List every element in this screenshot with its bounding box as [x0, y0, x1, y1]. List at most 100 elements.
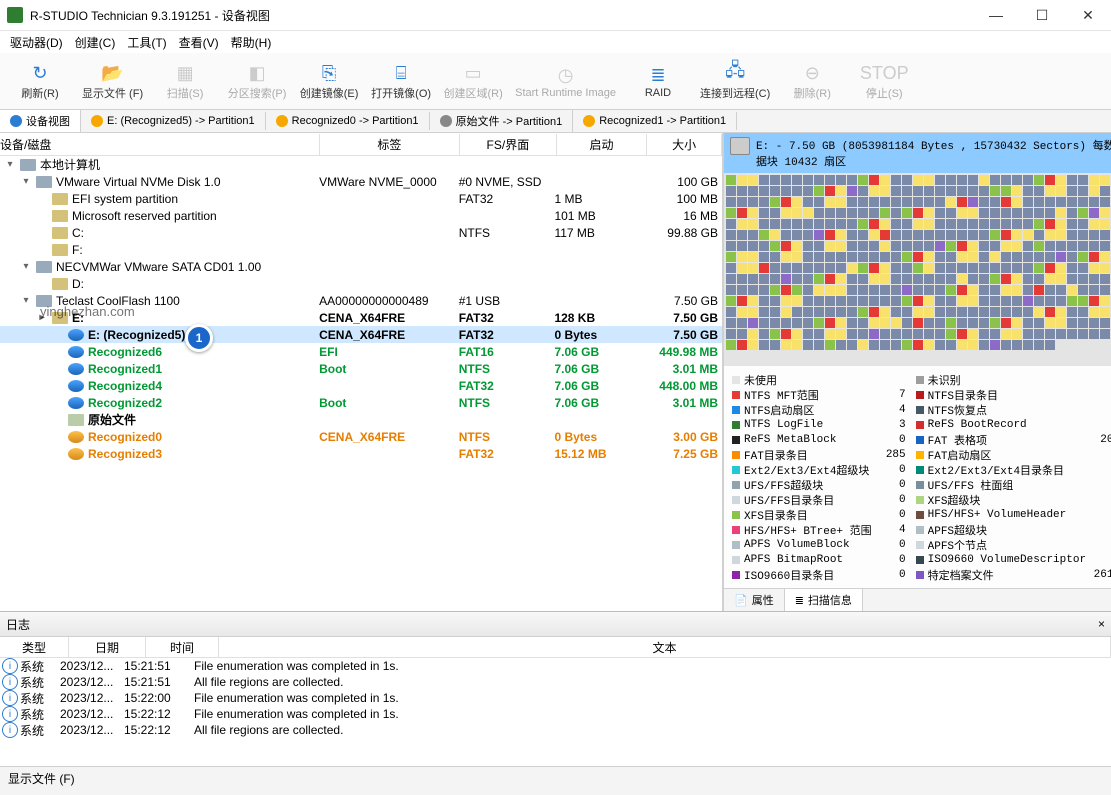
sector-cell[interactable] [792, 296, 802, 306]
col-size[interactable]: 大小 [647, 134, 722, 155]
sector-cell[interactable] [770, 175, 780, 185]
sector-cell[interactable] [1067, 285, 1077, 295]
sector-cell[interactable] [814, 274, 824, 284]
sector-cell[interactable] [1100, 296, 1110, 306]
sector-cell[interactable] [946, 252, 956, 262]
sector-cell[interactable] [737, 219, 747, 229]
sector-cell[interactable] [1012, 329, 1022, 339]
sector-cell[interactable] [825, 329, 835, 339]
sector-cell[interactable] [1100, 230, 1110, 240]
sector-cell[interactable] [946, 197, 956, 207]
device-row[interactable]: E: (Recognized5)1 CENA_X64FRE FAT32 0 By… [0, 326, 722, 343]
sector-cell[interactable] [825, 186, 835, 196]
sector-cell[interactable] [968, 186, 978, 196]
sector-cell[interactable] [880, 241, 890, 251]
sector-cell[interactable] [836, 296, 846, 306]
sector-cell[interactable] [770, 307, 780, 317]
sector-cell[interactable] [968, 230, 978, 240]
sector-cell[interactable] [891, 230, 901, 240]
sector-cell[interactable] [1078, 175, 1088, 185]
log-body[interactable]: i系统2023/12...15:21:51File enumeration wa… [0, 658, 1111, 766]
sector-cell[interactable] [935, 186, 945, 196]
sector-cell[interactable] [770, 219, 780, 229]
menu-item[interactable]: 帮助(H) [225, 32, 278, 53]
device-row[interactable]: C: NTFS 117 MB 99.88 GB [0, 224, 722, 241]
sector-cell[interactable] [1089, 252, 1099, 262]
sector-cell[interactable] [814, 263, 824, 273]
sector-cell[interactable] [759, 318, 769, 328]
sector-cell[interactable] [880, 340, 890, 350]
sector-cell[interactable] [979, 285, 989, 295]
device-row[interactable]: ▾本地计算机 [0, 156, 722, 173]
sector-cell[interactable] [847, 318, 857, 328]
tree-twisty-icon[interactable]: ▾ [20, 295, 32, 306]
sector-cell[interactable] [1056, 175, 1066, 185]
sector-cell[interactable] [836, 340, 846, 350]
toolbar-button[interactable]: 🖧连接到远程(C) [696, 59, 774, 103]
sector-cell[interactable] [748, 296, 758, 306]
sector-cell[interactable] [957, 285, 967, 295]
sector-cell[interactable] [1067, 186, 1077, 196]
sector-cell[interactable] [1001, 307, 1011, 317]
sector-cell[interactable] [990, 219, 1000, 229]
sector-cell[interactable] [935, 241, 945, 251]
device-row[interactable]: EFI system partition FAT32 1 MB 100 MB [0, 190, 722, 207]
tree-twisty-icon[interactable]: ▾ [4, 159, 16, 170]
sector-cell[interactable] [814, 197, 824, 207]
sector-cell[interactable] [1089, 274, 1099, 284]
sector-cell[interactable] [803, 219, 813, 229]
sector-cell[interactable] [737, 307, 747, 317]
sector-cell[interactable] [792, 219, 802, 229]
sector-cell[interactable] [1089, 329, 1099, 339]
sector-cell[interactable] [759, 340, 769, 350]
sector-cell[interactable] [1012, 186, 1022, 196]
sector-cell[interactable] [770, 197, 780, 207]
device-row[interactable]: Recognized2 Boot NTFS 7.06 GB 3.01 MB [0, 394, 722, 411]
sector-cell[interactable] [990, 318, 1000, 328]
sector-cell[interactable] [792, 307, 802, 317]
sector-cell[interactable] [737, 274, 747, 284]
sector-cell[interactable] [1001, 329, 1011, 339]
sector-cell[interactable] [935, 307, 945, 317]
sector-cell[interactable] [935, 263, 945, 273]
device-row[interactable]: ▾VMware Virtual NVMe Disk 1.0 VMWare NVM… [0, 173, 722, 190]
sector-cell[interactable] [1001, 274, 1011, 284]
toolbar-button[interactable]: ≣RAID [624, 61, 692, 101]
sector-cell[interactable] [748, 318, 758, 328]
sector-cell[interactable] [748, 307, 758, 317]
sector-cell[interactable] [869, 263, 879, 273]
sector-cell[interactable] [770, 252, 780, 262]
sector-cell[interactable] [1067, 296, 1077, 306]
sector-cell[interactable] [935, 340, 945, 350]
sector-cell[interactable] [825, 340, 835, 350]
sector-cell[interactable] [924, 208, 934, 218]
sector-cell[interactable] [836, 241, 846, 251]
sector-cell[interactable] [737, 318, 747, 328]
document-tab[interactable]: Recognized1 -> Partition1 [573, 112, 737, 130]
sector-cell[interactable] [957, 252, 967, 262]
sector-cell[interactable] [957, 340, 967, 350]
minimize-button[interactable]: — [973, 0, 1019, 30]
sector-cell[interactable] [1034, 252, 1044, 262]
sector-cell[interactable] [759, 230, 769, 240]
sector-cell[interactable] [902, 340, 912, 350]
sector-cell[interactable] [770, 186, 780, 196]
sector-cell[interactable] [726, 318, 736, 328]
device-row[interactable]: D: [0, 275, 722, 292]
sector-cell[interactable] [957, 274, 967, 284]
sector-cell[interactable] [891, 340, 901, 350]
sector-cell[interactable] [880, 252, 890, 262]
right-tab[interactable]: ≣扫描信息 [785, 589, 863, 611]
sector-cell[interactable] [913, 252, 923, 262]
sector-cell[interactable] [968, 274, 978, 284]
sector-cell[interactable] [1034, 241, 1044, 251]
sector-cell[interactable] [968, 208, 978, 218]
sector-cell[interactable] [1045, 241, 1055, 251]
sector-cell[interactable] [891, 285, 901, 295]
sector-cell[interactable] [770, 329, 780, 339]
sector-cell[interactable] [836, 285, 846, 295]
sector-cell[interactable] [770, 263, 780, 273]
sector-cell[interactable] [924, 219, 934, 229]
document-tab[interactable]: E: (Recognized5) -> Partition1 [81, 112, 266, 130]
sector-cell[interactable] [891, 252, 901, 262]
